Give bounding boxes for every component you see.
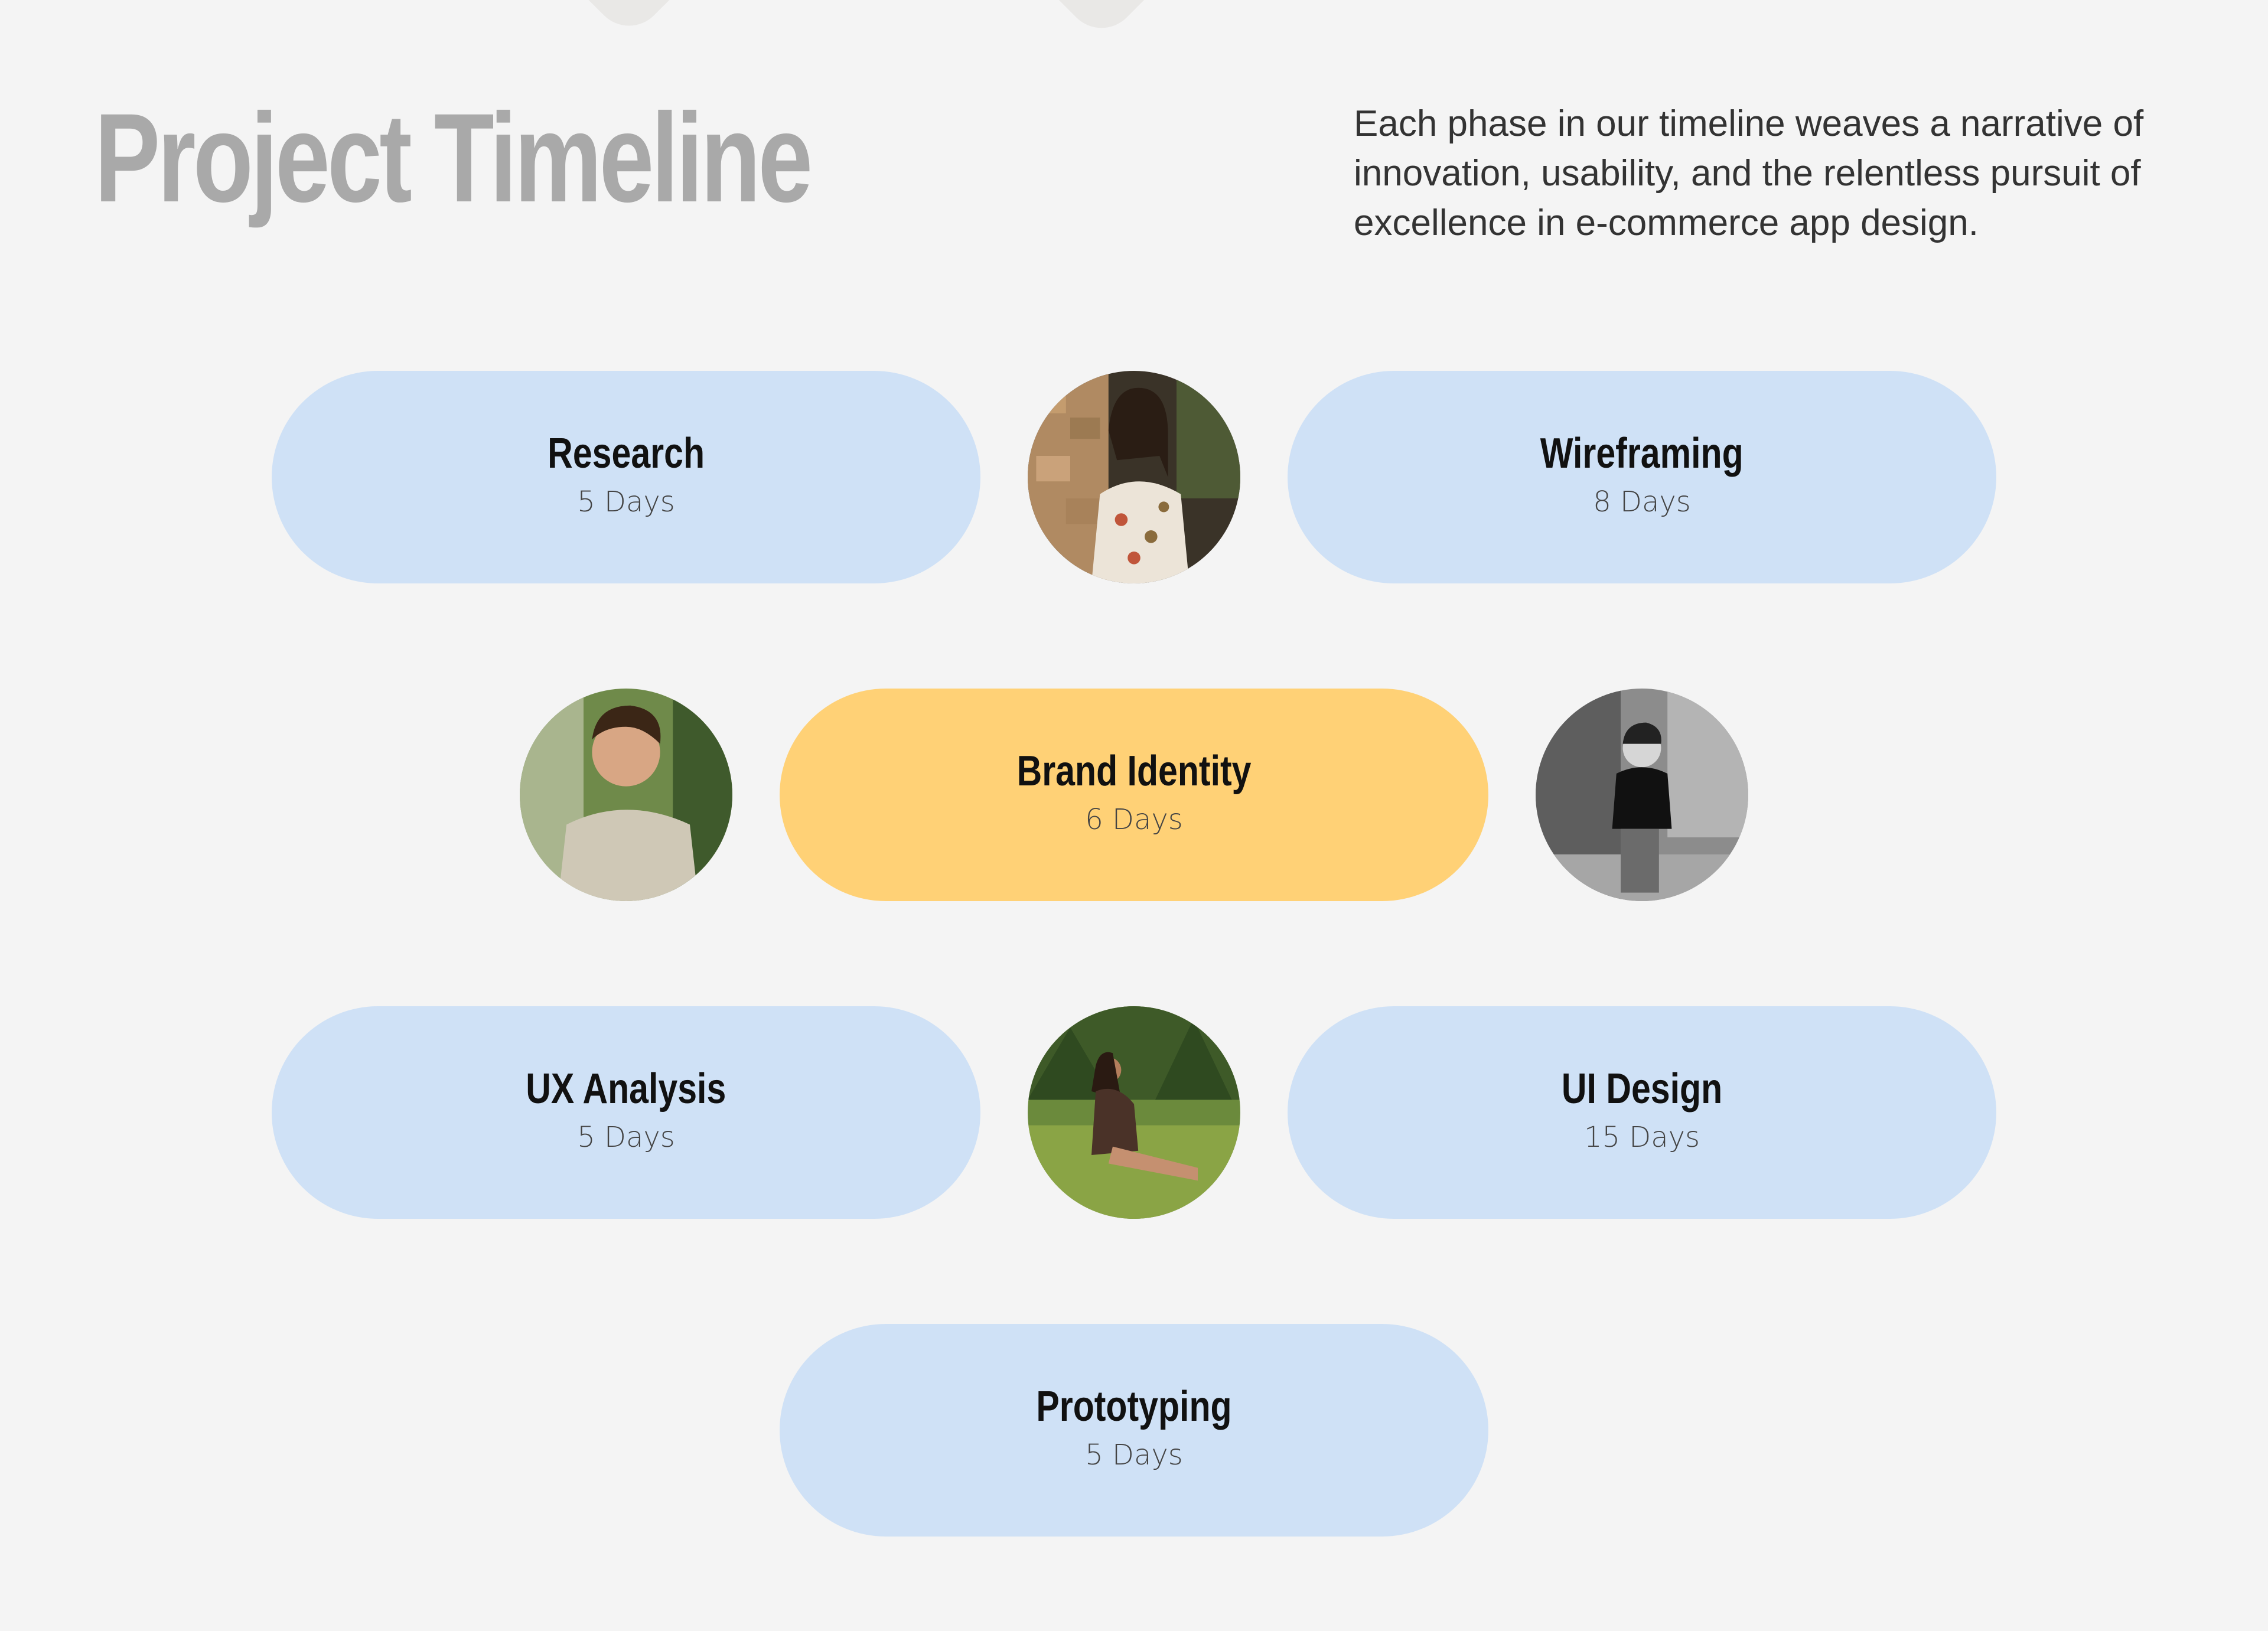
- phase-duration: 5 Days: [1085, 1438, 1183, 1472]
- phase-pill-research[interactable]: Research 5 Days: [272, 371, 980, 583]
- team-member-avatar: [1028, 371, 1240, 583]
- phase-name: UX Analysis: [526, 1065, 726, 1113]
- phase-name: Prototyping: [1036, 1383, 1232, 1430]
- phase-pill-wireframing[interactable]: Wireframing 8 Days: [1288, 371, 1996, 583]
- phase-duration: 5 Days: [577, 1121, 675, 1154]
- decorative-chevron: [491, 0, 767, 41]
- phase-name: Wireframing: [1540, 430, 1744, 477]
- timeline-page: Project Timeline Each phase in our timel…: [0, 0, 2268, 1631]
- phase-name: UI Design: [1561, 1065, 1723, 1113]
- phase-duration: 8 Days: [1593, 485, 1691, 518]
- phase-name: Research: [548, 430, 705, 477]
- team-member-avatar: [1536, 689, 1748, 901]
- page-title: Project Timeline: [94, 87, 813, 229]
- page-description: Each phase in our timeline weaves a narr…: [1354, 103, 2144, 243]
- decorative-chevron: [976, 0, 1227, 43]
- phase-duration: 5 Days: [577, 485, 675, 518]
- phase-duration: 6 Days: [1085, 803, 1183, 836]
- phase-pill-prototyping[interactable]: Prototyping 5 Days: [780, 1324, 1488, 1537]
- phase-pill-brand-identity[interactable]: Brand Identity 6 Days: [780, 689, 1488, 901]
- phase-pill-ux-analysis[interactable]: UX Analysis 5 Days: [272, 1006, 980, 1219]
- team-member-avatar: [520, 689, 732, 901]
- phase-duration: 15 Days: [1583, 1121, 1700, 1154]
- team-member-avatar: [1028, 1006, 1240, 1219]
- phase-name: Brand Identity: [1016, 748, 1252, 795]
- phase-pill-ui-design[interactable]: UI Design 15 Days: [1288, 1006, 1996, 1219]
